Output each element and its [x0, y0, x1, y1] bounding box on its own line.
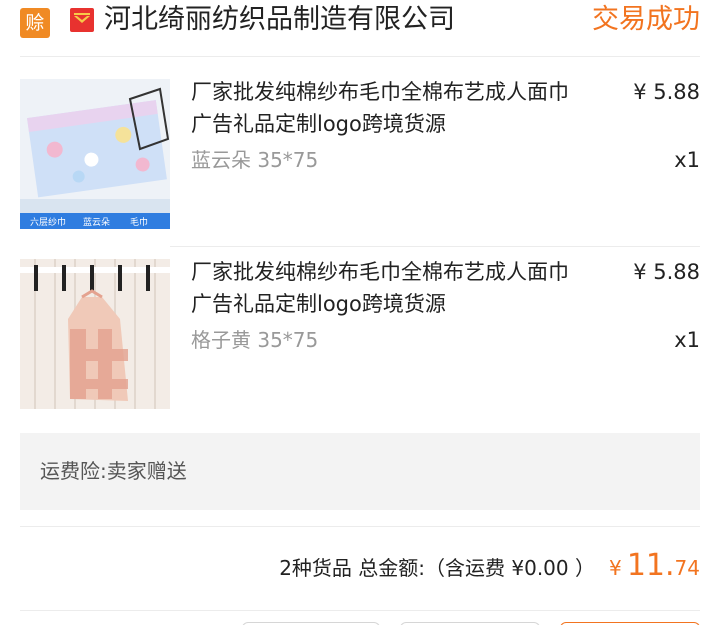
summary-divider	[20, 526, 700, 527]
shop-name[interactable]: 河北绮丽纺织品制造有限公司	[104, 2, 455, 38]
shipping-insurance-panel: 运费险:卖家赠送	[20, 433, 700, 510]
total-amount-integer: 11.	[626, 548, 675, 583]
product-image[interactable]: 六层纱巾 蓝云朵 毛巾	[20, 79, 170, 229]
image-label: 毛巾	[130, 216, 148, 228]
product-price: ¥ 5.88	[633, 260, 700, 284]
image-label: 六层纱巾	[30, 216, 66, 228]
product-title[interactable]: 厂家批发纯棉纱布毛巾全棉布艺成人面巾 广告礼品定制logo跨境货源	[191, 76, 621, 140]
product-title[interactable]: 厂家批发纯棉纱布毛巾全棉布艺成人面巾 广告礼品定制logo跨境货源	[191, 256, 621, 320]
order-status: 交易成功	[592, 4, 700, 35]
bottom-divider	[20, 610, 700, 611]
order-summary: 2种货品 总金额:（含运费 ¥0.00 ） ¥ 11.74	[279, 548, 700, 588]
towel-check-image	[20, 259, 170, 409]
product-title-line: 广告礼品定制logo跨境货源	[191, 292, 446, 316]
order-item[interactable]: 厂家批发纯棉纱布毛巾全棉布艺成人面巾 广告礼品定制logo跨境货源 ¥ 5.88…	[0, 239, 720, 409]
product-image[interactable]	[20, 259, 170, 409]
total-amount-decimal: 74	[674, 556, 700, 580]
order-item[interactable]: 六层纱巾 蓝云朵 毛巾 厂家批发纯棉纱布毛巾全棉布艺成人面巾 广告礼品定制log…	[0, 59, 720, 247]
product-title-line: 广告礼品定制logo跨境货源	[191, 112, 446, 136]
image-label: 蓝云朵	[83, 216, 110, 228]
summary-text: 2种货品 总金额:（含运费 ¥0.00 ）	[279, 556, 595, 580]
order-header: 赊 河北绮丽纺织品制造有限公司 交易成功	[0, 0, 720, 56]
product-title-line: 厂家批发纯棉纱布毛巾全棉布艺成人面巾	[191, 260, 569, 284]
total-currency: ¥	[609, 556, 622, 580]
product-spec: 格子黄 35*75	[191, 328, 319, 352]
shipping-insurance-label: 运费险:卖家赠送	[40, 459, 187, 483]
product-quantity: x1	[674, 328, 700, 352]
header-divider	[20, 56, 700, 57]
towel-blue-image: 六层纱巾 蓝云朵 毛巾	[20, 79, 170, 229]
product-title-line: 厂家批发纯棉纱布毛巾全棉布艺成人面巾	[191, 80, 569, 104]
product-spec: 蓝云朵 35*75	[191, 148, 319, 172]
product-price: ¥ 5.88	[633, 80, 700, 104]
credit-badge: 赊	[20, 8, 50, 38]
product-quantity: x1	[674, 148, 700, 172]
shop-logo-icon	[70, 8, 94, 32]
